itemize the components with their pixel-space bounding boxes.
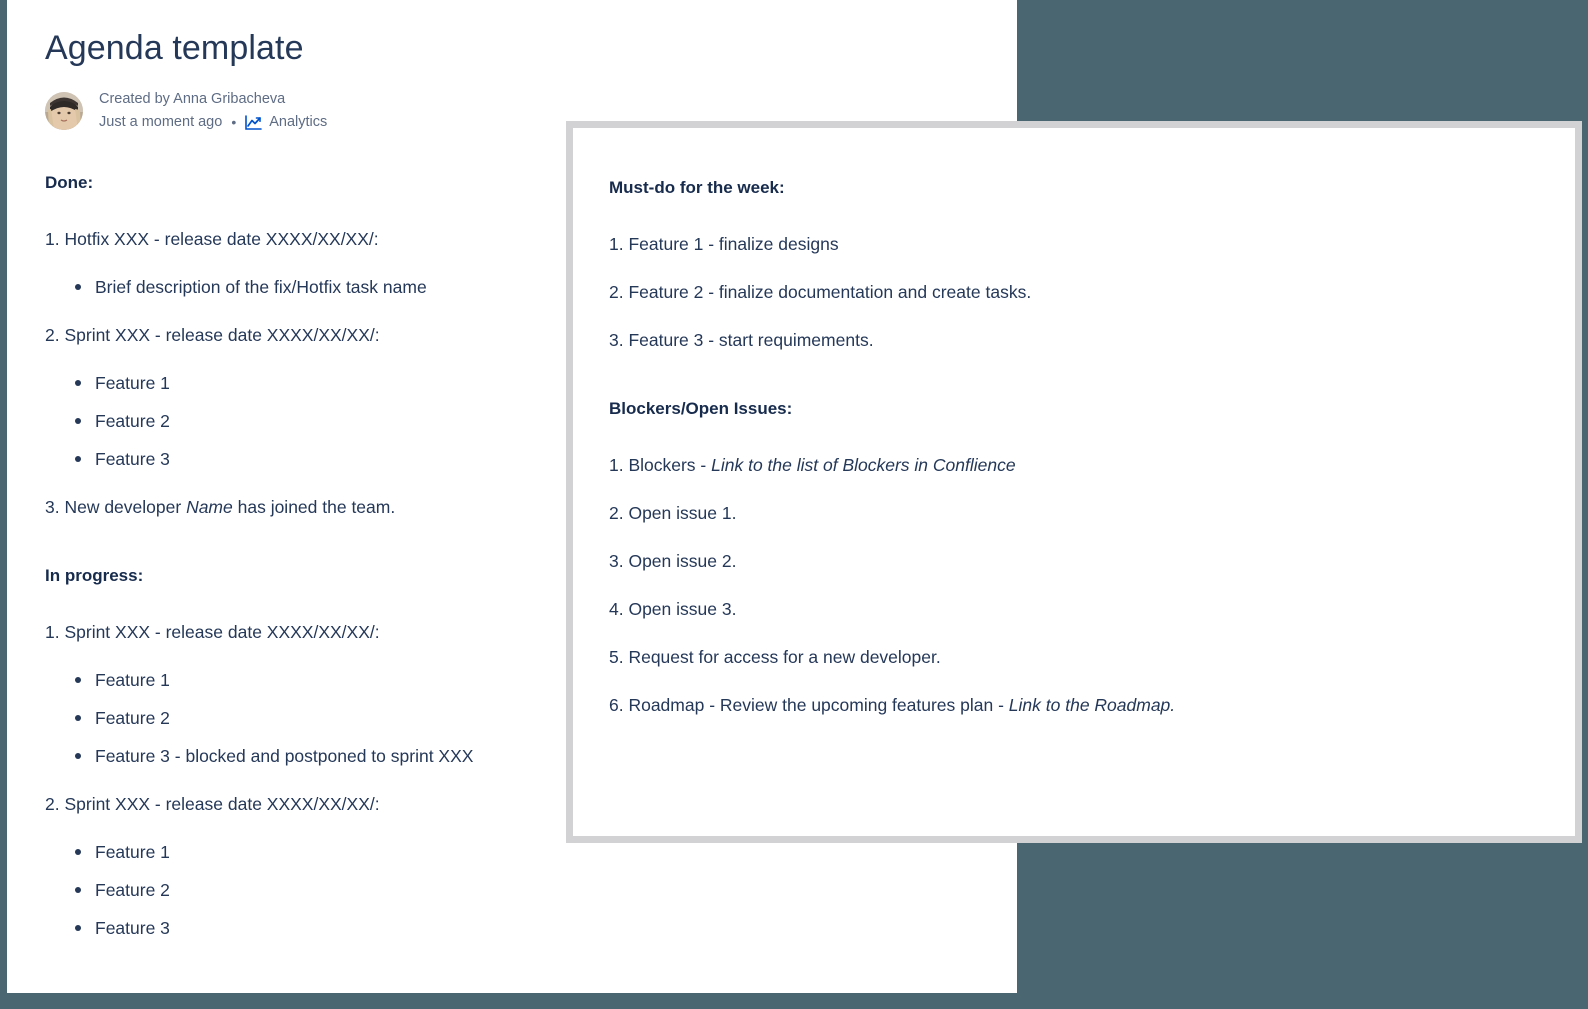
must-do-item-2: 2. Feature 2 - finalize documentation an… [609, 282, 1032, 302]
in-progress-list-2: Feature 1 Feature 2 Feature 3 [45, 840, 977, 940]
byline-meta-row: Just a moment ago • Analytics [99, 112, 327, 133]
done-item-3-prefix: 3. New developer [45, 496, 187, 517]
done-item-3-suffix: has joined the team. [232, 496, 396, 517]
list-item-label: Feature 2 [95, 707, 170, 728]
list-item: Feature 2 [75, 878, 977, 902]
blockers-item-5: 5. Request for access for a new develope… [609, 647, 941, 667]
section-heading-blockers: Blockers/Open Issues: [609, 399, 793, 418]
list-item: Feature 3 [75, 916, 977, 940]
avatar[interactable] [45, 91, 83, 130]
blockers-item-1-link[interactable]: Link to the list of Blockers in Conflien… [711, 455, 1015, 475]
blockers-item-1-text: 1. Blockers - [609, 455, 712, 475]
list-item-label: Feature 3 - blocked and postponed to spr… [95, 745, 474, 766]
list-item-label: Feature 1 [95, 841, 170, 862]
done-item-3-emphasis: Name [186, 496, 233, 517]
list-item-label: Feature 1 [95, 372, 170, 393]
list-item-label: Feature 2 [95, 879, 170, 900]
page-title: Agenda template [45, 29, 304, 67]
blockers-item-3: 3. Open issue 2. [609, 551, 737, 571]
blockers-item-6-text: 6. Roadmap - Review the upcoming feature… [609, 695, 1009, 715]
byline-author-row: Created by Anna Gribacheva [99, 89, 327, 110]
meta-separator: • [231, 113, 237, 130]
blockers-item-4: 4. Open issue 3. [609, 599, 737, 619]
timestamp-label: Just a moment ago [99, 113, 223, 130]
created-by-label: Created by Anna Gribacheva [99, 90, 286, 107]
analytics-chart-icon [245, 114, 263, 130]
overlay-panel-content: Must-do for the week: 1. Feature 1 - fin… [573, 128, 1575, 717]
list-item-label: Feature 2 [95, 410, 170, 431]
blockers-item-6-link[interactable]: Link to the Roadmap. [1009, 695, 1175, 715]
list-item-label: Feature 3 [95, 917, 170, 938]
byline-text: Created by Anna Gribacheva Just a moment… [99, 89, 327, 133]
list-item-label: Feature 3 [95, 448, 170, 469]
overlay-document-panel[interactable]: Must-do for the week: 1. Feature 1 - fin… [566, 121, 1582, 843]
list-item: Feature 1 [75, 840, 977, 864]
must-do-item-1: 1. Feature 1 - finalize designs [609, 234, 839, 254]
blockers-item-1: 1. Blockers - Link to the list of Blocke… [609, 453, 1535, 477]
list-item-label: Feature 1 [95, 669, 170, 690]
blockers-item-6: 6. Roadmap - Review the upcoming feature… [609, 693, 1535, 717]
section-heading-must-do: Must-do for the week: [609, 178, 785, 197]
analytics-link[interactable]: Analytics [269, 112, 327, 133]
blockers-item-2: 2. Open issue 1. [609, 503, 737, 523]
list-item-label: Brief description of the fix/Hotfix task… [95, 276, 427, 297]
must-do-item-3: 3. Feature 3 - start requimements. [609, 330, 874, 350]
